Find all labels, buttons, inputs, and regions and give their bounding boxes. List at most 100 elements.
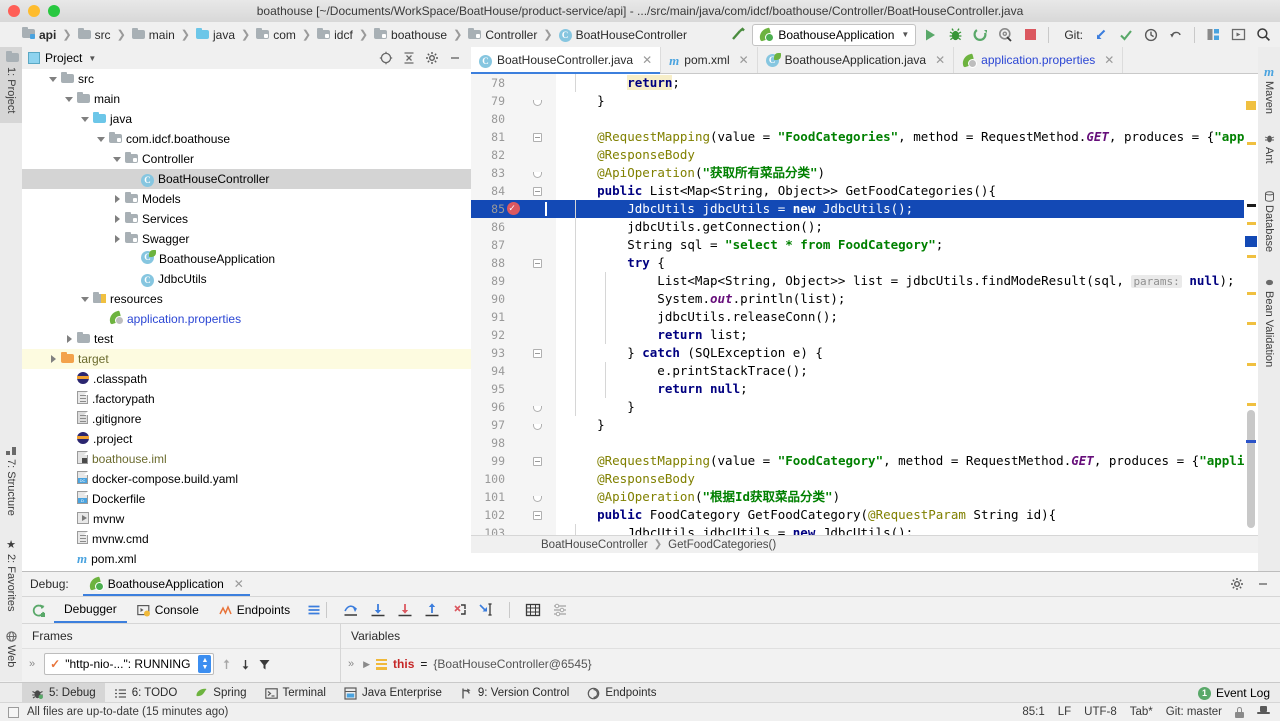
marker-warning[interactable]	[1247, 403, 1256, 406]
rerun-icon[interactable]	[22, 603, 54, 618]
caret-position[interactable]: 85:1	[1022, 706, 1044, 718]
fold-end-marker-icon[interactable]	[533, 424, 542, 430]
fold-end-marker-icon[interactable]	[533, 100, 542, 106]
variable-row[interactable]: » ▶ this = {BoatHouseController@6545}	[341, 649, 1280, 679]
collapse-all-icon[interactable]	[402, 51, 416, 65]
editor-tab-boathousecontroller[interactable]: C BoatHouseController.java ✕	[471, 47, 661, 73]
chevron-right-icon[interactable]	[112, 194, 123, 205]
tree-node-main[interactable]: main	[22, 89, 471, 109]
breadcrumb-class[interactable]: BoatHouseController	[541, 539, 648, 551]
debug-button[interactable]	[944, 24, 966, 46]
project-tree[interactable]: srcmainjavacom.idcf.boathouseControllerC…	[22, 69, 471, 571]
evaluate-expression-icon[interactable]	[525, 602, 541, 618]
tree-node-com-idcf-boathouse[interactable]: com.idcf.boathouse	[22, 129, 471, 149]
code-line-93[interactable]: 93 } catch (SQLException e) {	[471, 344, 1258, 362]
chevron-down-icon[interactable]	[64, 94, 75, 105]
settings-icon[interactable]	[552, 602, 568, 618]
rail-item-bean-validation[interactable]: Bean Validation	[1258, 273, 1280, 383]
breadcrumb-item-com[interactable]: com	[256, 28, 296, 42]
code-line-88[interactable]: 88 try {	[471, 254, 1258, 272]
breakpoint-icon[interactable]	[507, 202, 520, 215]
close-icon[interactable]: ✕	[1104, 53, 1114, 67]
rail-item-project[interactable]: 1: Project	[0, 47, 22, 123]
tree-node-target[interactable]: target	[22, 349, 471, 369]
marker-warning[interactable]	[1247, 322, 1256, 325]
show-execution-point-icon[interactable]	[343, 602, 359, 618]
tree-node-boathouseapplication[interactable]: CBoathouseApplication	[22, 249, 471, 269]
code-lines[interactable]: 78 return;79 }8081 @RequestMapping(value…	[471, 74, 1258, 553]
rail-item-ant[interactable]: Ant	[1258, 129, 1280, 177]
update-project-icon[interactable]	[1090, 24, 1112, 46]
tree-node-mvnw-cmd[interactable]: mvnw.cmd	[22, 529, 471, 549]
code-line-81[interactable]: 81 @RequestMapping(value = "FoodCategori…	[471, 128, 1258, 146]
line-separator[interactable]: LF	[1058, 706, 1071, 718]
tree-node-boathousecontroller[interactable]: CBoatHouseController	[22, 169, 471, 189]
history-icon[interactable]	[1140, 24, 1162, 46]
editor-tab-application-properties[interactable]: application.properties ✕	[954, 47, 1123, 73]
rail-item-maven[interactable]: m Maven	[1258, 61, 1280, 123]
settings-icon[interactable]	[425, 51, 439, 65]
marker-execution-point[interactable]	[1245, 236, 1257, 247]
rail-item-database[interactable]: Database	[1258, 187, 1280, 263]
fold-marker-icon[interactable]	[533, 187, 542, 196]
fold-marker-icon[interactable]	[533, 259, 542, 268]
tree-node-boathouse-iml[interactable]: boathouse.iml	[22, 449, 471, 469]
tree-node-classpath[interactable]: .classpath	[22, 369, 471, 389]
code-line-90[interactable]: 90 System.out.println(list);	[471, 290, 1258, 308]
git-branch[interactable]: Git: master	[1166, 706, 1222, 718]
layout-settings-icon[interactable]	[306, 602, 322, 618]
error-marker-strip[interactable]	[1244, 100, 1258, 553]
chevron-right-icon[interactable]	[112, 234, 123, 245]
tree-node-services[interactable]: Services	[22, 209, 471, 229]
tree-node-gitignore[interactable]: .gitignore	[22, 409, 471, 429]
profile-button[interactable]	[994, 24, 1016, 46]
fold-end-marker-icon[interactable]	[533, 496, 542, 502]
run-button[interactable]	[919, 24, 941, 46]
tab-endpoints[interactable]: Endpoints	[209, 598, 300, 623]
step-into-icon[interactable]	[397, 602, 413, 618]
fold-marker-icon[interactable]	[533, 349, 542, 358]
chevron-down-icon[interactable]	[48, 74, 59, 85]
breadcrumb-item-main[interactable]: main	[132, 28, 175, 42]
tree-node-test[interactable]: test	[22, 329, 471, 349]
filter-icon[interactable]	[258, 658, 271, 671]
tree-node-swagger[interactable]: Swagger	[22, 229, 471, 249]
file-encoding[interactable]: UTF-8	[1084, 706, 1117, 718]
step-out-icon[interactable]	[424, 602, 440, 618]
code-line-87[interactable]: 87 String sql = "select * from FoodCateg…	[471, 236, 1258, 254]
code-line-99[interactable]: 99 @RequestMapping(value = "FoodCategory…	[471, 452, 1258, 470]
code-line-80[interactable]: 80	[471, 110, 1258, 128]
down-arrow-icon[interactable]	[239, 658, 252, 671]
breadcrumb-item-boathouse[interactable]: boathouse	[374, 28, 447, 42]
chevron-right-icon[interactable]	[64, 334, 75, 345]
more-icon[interactable]: »	[26, 658, 38, 670]
tree-node-factorypath[interactable]: .factorypath	[22, 389, 471, 409]
tree-node-java[interactable]: java	[22, 109, 471, 129]
locate-icon[interactable]	[379, 51, 393, 65]
chevron-right-icon[interactable]	[48, 354, 59, 365]
force-step-into-icon[interactable]	[451, 602, 467, 618]
event-log-button[interactable]: 1 Event Log	[1198, 686, 1280, 700]
editor-tab-boathouseapplication[interactable]: C BoathouseApplication.java ✕	[758, 47, 955, 73]
code-line-100[interactable]: 100 @ResponseBody	[471, 470, 1258, 488]
bottom-item-terminal[interactable]: Terminal	[256, 683, 335, 703]
tree-node-docker-compose-build-yaml[interactable]: DCdocker-compose.build.yaml	[22, 469, 471, 489]
chevron-down-icon[interactable]	[80, 114, 91, 125]
code-line-98[interactable]: 98	[471, 434, 1258, 452]
code-line-91[interactable]: 91 jdbcUtils.releaseConn();	[471, 308, 1258, 326]
tree-node-application-properties[interactable]: application.properties	[22, 309, 471, 329]
close-icon[interactable]: ✕	[234, 577, 244, 591]
chevron-right-icon[interactable]	[112, 214, 123, 225]
tree-node-project[interactable]: .project	[22, 429, 471, 449]
code-line-79[interactable]: 79 }	[471, 92, 1258, 110]
bottom-item-debug[interactable]: 5: Debug	[22, 683, 105, 703]
marker-warning[interactable]	[1247, 222, 1256, 225]
code-line-83[interactable]: 83 @ApiOperation("获取所有菜品分类")	[471, 164, 1258, 182]
step-over-icon[interactable]	[370, 602, 386, 618]
code-editor[interactable]: 78 return;79 }8081 @RequestMapping(value…	[471, 74, 1258, 553]
tree-node-dockerfile[interactable]: DDockerfile	[22, 489, 471, 509]
chevron-down-icon[interactable]	[112, 154, 123, 165]
up-arrow-icon[interactable]	[220, 658, 233, 671]
rail-item-structure[interactable]: 7: Structure	[0, 441, 22, 533]
hide-icon[interactable]	[1256, 577, 1270, 591]
